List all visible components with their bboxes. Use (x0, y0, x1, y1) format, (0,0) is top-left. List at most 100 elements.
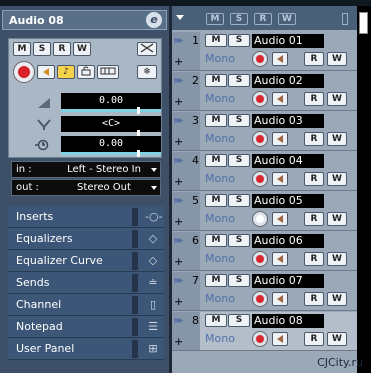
track-name-field[interactable]: Audio 08 (252, 314, 324, 328)
track-monitor-button[interactable] (272, 52, 288, 66)
expand-automation-icon[interactable]: + (174, 55, 183, 68)
track-read-button[interactable]: R (304, 92, 324, 106)
expand-automation-icon[interactable]: + (174, 335, 183, 348)
global-mute-button[interactable]: M (206, 13, 224, 25)
track-record-button[interactable] (252, 131, 268, 147)
output-routing-select[interactable]: out : Stereo Out (11, 179, 161, 196)
track-delay-field[interactable]: 0.00 (61, 136, 161, 152)
track-read-button[interactable]: R (304, 332, 324, 346)
volume-field[interactable]: 0.00 (61, 93, 161, 109)
track-record-button[interactable] (252, 91, 268, 107)
pan-field[interactable]: <C> (61, 116, 161, 132)
track-solo-button[interactable]: S (228, 34, 250, 47)
chevron-down-icon[interactable] (176, 15, 184, 20)
track-write-button[interactable]: W (327, 332, 347, 346)
track-row[interactable]: ⫸⫸ + 4 M S Audio 04 Mono R W (172, 152, 357, 191)
track-read-button[interactable]: R (304, 212, 324, 226)
write-automation-button[interactable]: W (73, 42, 91, 56)
expand-automation-icon[interactable]: + (174, 95, 183, 108)
track-monitor-button[interactable] (272, 332, 288, 346)
track-mute-button[interactable]: M (205, 34, 227, 47)
lock-icon[interactable] (77, 65, 95, 79)
expand-automation-icon[interactable]: + (174, 295, 183, 308)
lanes-icon[interactable] (97, 65, 119, 79)
track-name-field[interactable]: Audio 05 (252, 194, 324, 208)
pan-slider[interactable] (61, 130, 161, 137)
track-solo-button[interactable]: S (228, 74, 250, 87)
track-monitor-button[interactable] (272, 212, 288, 226)
track-name-field[interactable]: Audio 04 (252, 154, 324, 168)
track-write-button[interactable]: W (327, 292, 347, 306)
track-monitor-button[interactable] (272, 92, 288, 106)
track-monitor-button[interactable] (272, 252, 288, 266)
section-user-panel[interactable]: User Panel ⊞ (8, 338, 164, 360)
track-write-button[interactable]: W (327, 132, 347, 146)
section-equalizers[interactable]: Equalizers ◇ (8, 228, 164, 250)
track-record-button[interactable] (252, 171, 268, 187)
track-read-button[interactable]: R (304, 252, 324, 266)
track-name-field[interactable]: Audio 03 (252, 114, 324, 128)
track-read-button[interactable]: R (304, 292, 324, 306)
track-row[interactable]: ⫸⫸ + 5 M S Audio 05 Mono R W (172, 192, 357, 231)
track-mute-button[interactable]: M (205, 154, 227, 167)
expand-automation-icon[interactable]: + (174, 175, 183, 188)
track-record-button[interactable] (252, 51, 268, 67)
track-write-button[interactable]: W (327, 92, 347, 106)
track-mute-button[interactable]: M (205, 314, 227, 327)
input-routing-select[interactable]: in : Left - Stereo In (11, 161, 161, 178)
read-automation-button[interactable]: R (53, 42, 71, 56)
global-write-button[interactable]: W (278, 13, 296, 25)
track-solo-button[interactable]: S (228, 314, 250, 327)
track-mute-button[interactable]: M (205, 274, 227, 287)
track-name-field[interactable]: Audio 01 (252, 34, 324, 48)
track-mute-button[interactable]: M (205, 74, 227, 87)
track-mute-button[interactable]: M (205, 114, 227, 127)
inspector-title-bar[interactable]: Audio 08 e (2, 10, 167, 30)
record-enable-button[interactable] (13, 61, 35, 83)
track-mute-button[interactable]: M (205, 194, 227, 207)
global-solo-button[interactable]: S (230, 13, 248, 25)
expand-automation-icon[interactable]: + (174, 135, 183, 148)
volume-slider[interactable] (61, 107, 161, 114)
track-record-button[interactable] (252, 331, 268, 347)
track-write-button[interactable]: W (327, 252, 347, 266)
track-write-button[interactable]: W (327, 212, 347, 226)
vertical-scrollbar[interactable] (357, 6, 371, 373)
track-row[interactable]: ⫸⫸ + 6 M S Audio 06 Mono R W (172, 232, 357, 271)
track-row[interactable]: ⫸⫸ + 8 M S Audio 08 Mono R W (172, 312, 357, 351)
section-equalizer-curve[interactable]: Equalizer Curve ◇ (8, 250, 164, 272)
section-notepad[interactable]: Notepad ☰ (8, 316, 164, 338)
track-record-button[interactable] (252, 211, 268, 227)
track-write-button[interactable]: W (327, 52, 347, 66)
track-read-button[interactable]: R (304, 172, 324, 186)
delay-slider[interactable] (61, 150, 161, 157)
section-inserts[interactable]: Inserts -○- (8, 206, 164, 228)
track-row[interactable]: ⫸⫸ + 2 M S Audio 02 Mono R W (172, 72, 357, 111)
bypass-icon[interactable] (137, 42, 157, 56)
track-read-button[interactable]: R (304, 52, 324, 66)
track-solo-button[interactable]: S (228, 234, 250, 247)
expand-automation-icon[interactable]: + (174, 255, 183, 268)
track-solo-button[interactable]: S (228, 194, 250, 207)
expand-automation-icon[interactable]: + (174, 215, 183, 228)
global-read-button[interactable]: R (254, 13, 272, 25)
track-name-field[interactable]: Audio 07 (252, 274, 324, 288)
solo-button[interactable]: S (33, 42, 51, 56)
track-mute-button[interactable]: M (205, 234, 227, 247)
track-record-button[interactable] (252, 291, 268, 307)
section-sends[interactable]: Sends ≐ (8, 272, 164, 294)
track-row[interactable]: ⫸⫸ + 7 M S Audio 07 Mono R W (172, 272, 357, 311)
track-monitor-button[interactable] (272, 172, 288, 186)
track-name-field[interactable]: Audio 06 (252, 234, 324, 248)
track-solo-button[interactable]: S (228, 154, 250, 167)
monitor-button[interactable] (37, 65, 55, 79)
section-channel[interactable]: Channel ▯ (8, 294, 164, 316)
edit-channel-button[interactable]: e (146, 12, 162, 28)
track-read-button[interactable]: R (304, 132, 324, 146)
scrollbar-thumb[interactable] (359, 12, 368, 34)
freeze-icon[interactable]: ❄ (137, 65, 157, 79)
track-write-button[interactable]: W (327, 172, 347, 186)
mute-button[interactable]: M (13, 42, 31, 56)
track-solo-button[interactable]: S (228, 274, 250, 287)
track-row[interactable]: ⫸⫸ + 1 M S Audio 01 Mono R W (172, 32, 357, 71)
